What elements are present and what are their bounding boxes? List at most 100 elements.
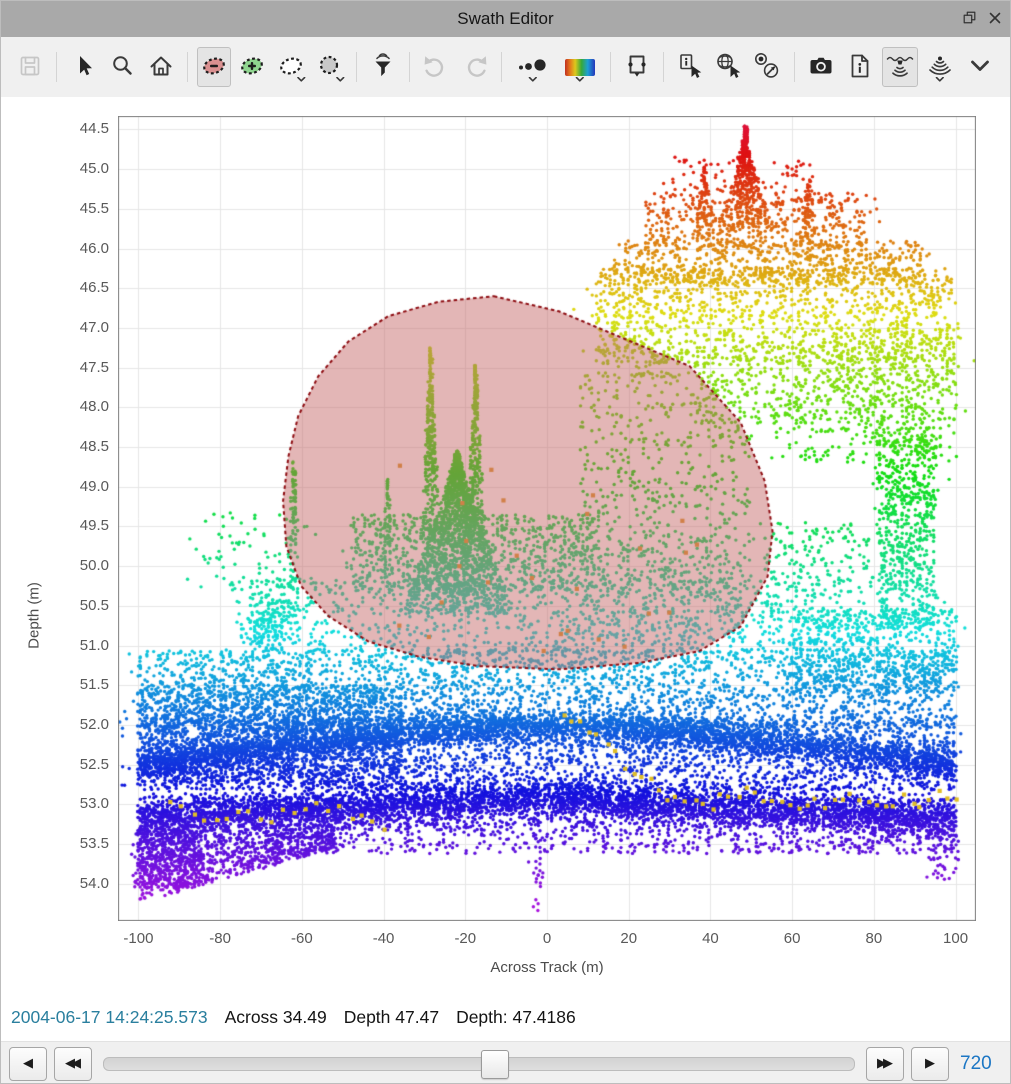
titlebar[interactable]: Swath Editor xyxy=(1,1,1010,37)
chevron-down-icon xyxy=(575,70,584,85)
pointer-tool-button[interactable] xyxy=(66,47,100,87)
status-depth-precise: Depth: 47.4186 xyxy=(456,1007,576,1028)
close-icon xyxy=(988,11,1002,28)
y-tick-label: 50.0 xyxy=(59,557,109,574)
y-tick-label: 45.5 xyxy=(59,200,109,217)
beam-filter-icon xyxy=(370,53,396,82)
window-title: Swath Editor xyxy=(457,9,553,29)
toolbar-separator xyxy=(187,52,188,82)
chevron-down-icon xyxy=(528,70,537,85)
undo-icon xyxy=(422,53,450,82)
next-ping-button[interactable]: ▶ xyxy=(911,1047,949,1081)
swath-bounds-icon xyxy=(624,53,650,82)
geo-pick-button[interactable] xyxy=(712,47,746,87)
home-view-button[interactable] xyxy=(143,47,177,87)
point-size-button[interactable] xyxy=(511,47,555,87)
toolbar-separator xyxy=(356,52,357,82)
single-swath-icon xyxy=(885,52,915,83)
swath-bounds-button[interactable] xyxy=(620,47,654,87)
single-swath-view-button[interactable] xyxy=(882,47,918,87)
x-tick-label: 60 xyxy=(760,930,824,947)
redo-icon xyxy=(461,53,489,82)
ping-slider[interactable] xyxy=(103,1057,855,1071)
y-tick-label: 44.5 xyxy=(59,120,109,137)
lasso-accept-tool-button[interactable] xyxy=(235,47,269,87)
x-tick-label: 80 xyxy=(842,930,906,947)
x-tick-label: 40 xyxy=(678,930,742,947)
compass-record-icon xyxy=(753,52,781,83)
colormap-button[interactable] xyxy=(559,47,601,87)
chevron-down-icon xyxy=(336,70,345,85)
toolbar-separator xyxy=(409,52,410,82)
doc-info-icon xyxy=(847,52,873,83)
float-window-button[interactable] xyxy=(960,10,978,28)
x-tick-label: -100 xyxy=(106,930,170,947)
ping-navigation-bar: ◀ ◀◀ ▶▶ ▶ 720 xyxy=(1,1041,1010,1084)
y-axis-label: Depth (m) xyxy=(26,561,43,671)
toolbar-separator xyxy=(501,52,502,82)
multi-swath-view-button[interactable] xyxy=(922,47,958,87)
compass-pick-button[interactable] xyxy=(750,47,784,87)
y-tick-label: 52.0 xyxy=(59,716,109,733)
x-tick-label: 20 xyxy=(597,930,661,947)
lasso-plus-icon xyxy=(237,52,267,83)
toolbar-separator xyxy=(663,52,664,82)
filter-beams-button[interactable] xyxy=(365,47,399,87)
y-tick-label: 47.5 xyxy=(59,359,109,376)
toolbar-separator xyxy=(794,52,795,82)
brush-select-tool-button[interactable] xyxy=(312,47,346,87)
toolbar-separator xyxy=(610,52,611,82)
y-tick-label: 47.0 xyxy=(59,319,109,336)
toolbar-separator xyxy=(56,52,57,82)
y-tick-label: 53.5 xyxy=(59,835,109,852)
y-tick-label: 46.5 xyxy=(59,279,109,296)
toolbar xyxy=(1,37,1010,97)
info-pick-button[interactable] xyxy=(673,47,707,87)
prev-ping-button[interactable]: ◀ xyxy=(9,1047,47,1081)
y-tick-label: 46.0 xyxy=(59,240,109,257)
y-tick-label: 53.0 xyxy=(59,795,109,812)
chevron-down-icon xyxy=(936,70,945,85)
lasso-reject-tool-button[interactable] xyxy=(197,47,231,87)
pointer-icon xyxy=(71,53,97,82)
y-tick-label: 45.0 xyxy=(59,160,109,177)
redo-button[interactable] xyxy=(457,47,491,87)
toolbar-overflow-button[interactable] xyxy=(962,47,998,87)
chevron-down-icon xyxy=(968,54,992,81)
snapshot-button[interactable] xyxy=(804,47,838,87)
plot-panel: 44.545.045.546.046.547.047.548.048.549.0… xyxy=(1,97,1011,993)
y-tick-label: 54.0 xyxy=(59,875,109,892)
status-bar: 2004-06-17 14:24:25.573 Across 34.49 Dep… xyxy=(1,993,1010,1041)
home-icon xyxy=(148,53,174,82)
lasso-select-tool-button[interactable] xyxy=(274,47,308,87)
ping-slider-handle[interactable] xyxy=(481,1050,509,1079)
y-tick-label: 48.0 xyxy=(59,398,109,415)
status-timestamp: 2004-06-17 14:24:25.573 xyxy=(11,1007,208,1028)
x-tick-label: 100 xyxy=(924,930,988,947)
info-panel-button[interactable] xyxy=(842,47,878,87)
doc-info-cursor-icon xyxy=(676,52,704,83)
y-tick-label: 49.5 xyxy=(59,517,109,534)
y-tick-label: 50.5 xyxy=(59,597,109,614)
x-tick-label: -40 xyxy=(352,930,416,947)
swath-editor-window: Swath Editor xyxy=(0,0,1011,1084)
x-tick-label: -20 xyxy=(433,930,497,947)
camera-icon xyxy=(807,53,835,82)
zoom-tool-button[interactable] xyxy=(105,47,139,87)
float-window-icon xyxy=(962,10,977,28)
undo-button[interactable] xyxy=(419,47,453,87)
fast-back-button[interactable]: ◀◀ xyxy=(54,1047,92,1081)
x-axis-label: Across Track (m) xyxy=(118,959,976,976)
magnifier-icon xyxy=(109,53,135,82)
close-button[interactable] xyxy=(986,10,1004,28)
view-toggle-group xyxy=(840,47,1000,87)
x-tick-label: -60 xyxy=(270,930,334,947)
ping-count: 720 xyxy=(960,1053,1002,1075)
fast-forward-button[interactable]: ▶▶ xyxy=(866,1047,904,1081)
globe-cursor-icon xyxy=(714,52,744,83)
save-icon xyxy=(17,53,43,82)
save-button[interactable] xyxy=(13,47,47,87)
swath-scatter-canvas[interactable] xyxy=(118,116,976,921)
status-depth: Depth 47.47 xyxy=(344,1007,439,1028)
y-tick-label: 49.0 xyxy=(59,478,109,495)
